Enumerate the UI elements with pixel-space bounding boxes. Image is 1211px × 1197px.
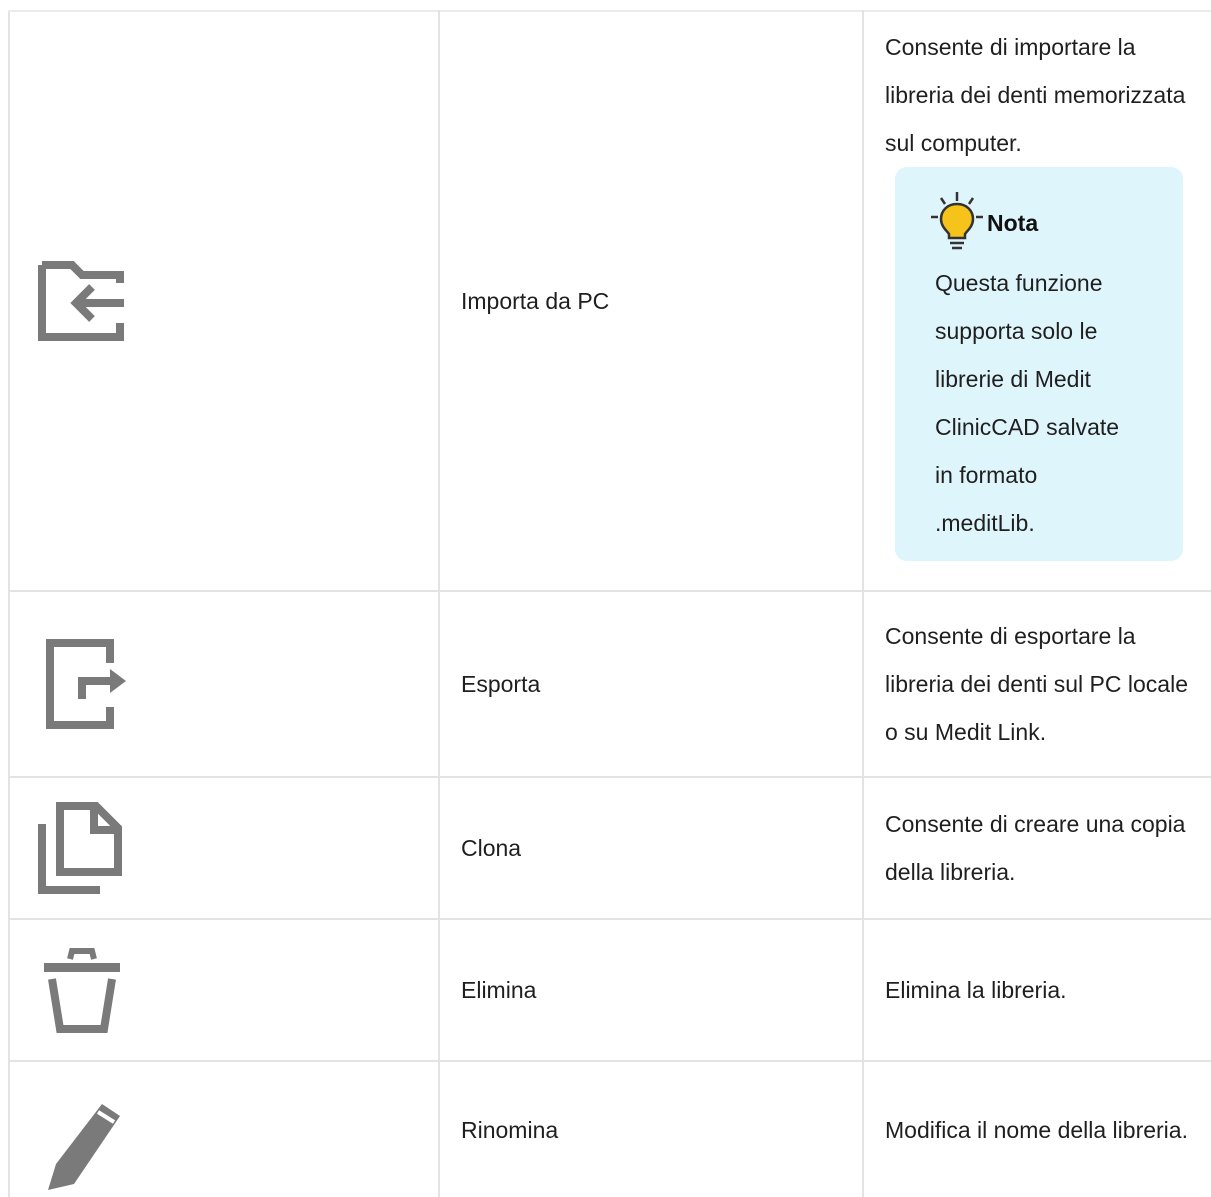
trash-icon	[42, 945, 438, 1035]
icon-cell	[8, 1060, 440, 1197]
function-table-wrapper: Importa da PC Consente di importare la l…	[8, 10, 1211, 1197]
table-row: Elimina Elimina la libreria.	[8, 918, 1211, 1062]
function-description: Modifica il nome della libreria.	[862, 1060, 1211, 1197]
icon-cell	[8, 590, 440, 778]
function-description-cell: Consente di importare la libreria dei de…	[862, 10, 1211, 592]
function-name: Clona	[438, 776, 864, 920]
table-row: Rinomina Modifica il nome della libreria…	[8, 1060, 1211, 1197]
table-row: Esporta Consente di esportare la libreri…	[8, 590, 1211, 778]
note-header: Nota	[929, 187, 1159, 259]
clone-icon	[38, 802, 438, 894]
export-icon	[46, 639, 438, 729]
icon-cell	[8, 918, 440, 1062]
icon-cell	[8, 10, 440, 592]
function-table: Importa da PC Consente di importare la l…	[8, 10, 1211, 1197]
note-box: Nota Questa funzione supporta solo le li…	[895, 167, 1183, 561]
function-name: Rinomina	[438, 1060, 864, 1197]
pencil-icon	[46, 1100, 438, 1190]
function-name: Elimina	[438, 918, 864, 1062]
lightbulb-icon	[929, 190, 985, 256]
icon-cell	[8, 776, 440, 920]
function-name: Esporta	[438, 590, 864, 778]
function-description: Consente di esportare la libreria dei de…	[862, 590, 1211, 778]
function-description: Elimina la libreria.	[862, 918, 1211, 1062]
note-title: Nota	[987, 210, 1039, 236]
function-name: Importa da PC	[438, 10, 864, 592]
import-folder-icon	[38, 261, 438, 341]
function-description: Consente di importare la libreria dei de…	[885, 34, 1186, 156]
table-row: Clona Consente di creare una copia della…	[8, 776, 1211, 920]
function-description: Consente di creare una copia della libre…	[862, 776, 1211, 920]
table-row: Importa da PC Consente di importare la l…	[8, 10, 1211, 592]
note-text: Questa funzione supporta solo le libreri…	[935, 270, 1120, 536]
